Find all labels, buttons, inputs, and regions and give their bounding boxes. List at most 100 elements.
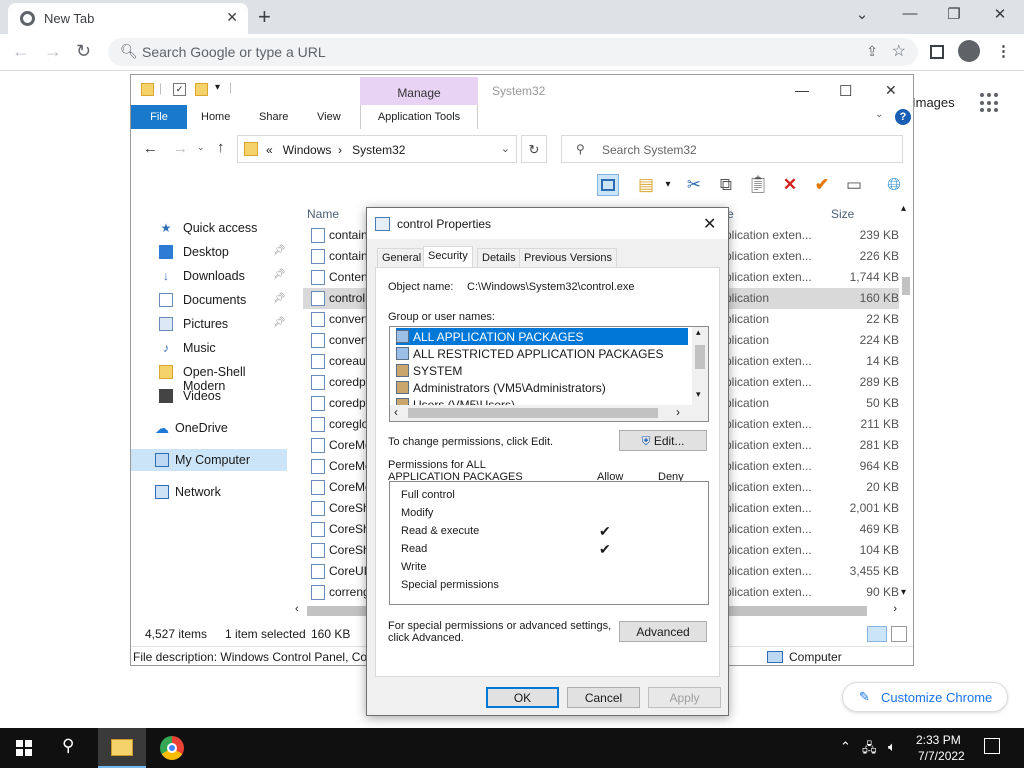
tab-share[interactable]: Share [259, 105, 288, 129]
help-icon[interactable]: ? [895, 109, 911, 125]
tab-file[interactable]: File [131, 105, 187, 129]
details-view-icon[interactable] [867, 626, 887, 642]
notification-center-icon[interactable] [984, 738, 1000, 754]
breadcrumb-windows[interactable]: Windows [283, 143, 332, 157]
tab-application-tools[interactable]: Application Tools [360, 105, 478, 129]
nav-item-onedrive[interactable]: ☁ OneDrive [131, 417, 287, 439]
explorer-maximize-icon[interactable]: ☐ [839, 82, 852, 100]
scroll-right-icon[interactable]: › [676, 405, 680, 419]
file-list-vertical-scrollbar[interactable]: ▴ ▾ [899, 203, 913, 603]
group-user-list[interactable]: ALL APPLICATION PACKAGES ALL RESTRICTED A… [389, 326, 709, 422]
user-row[interactable]: SYSTEM [396, 362, 688, 379]
ribbon-expand-chevron-icon[interactable]: ⌄ [875, 109, 883, 120]
network-tray-icon[interactable]: 🖧︎ [862, 739, 877, 761]
nav-item-documents[interactable]: Documents 📌︎ [131, 289, 287, 311]
scrollbar-thumb[interactable] [902, 277, 910, 295]
user-row[interactable]: Administrators (VM5\Administrators) [396, 379, 688, 396]
new-folder-icon[interactable]: ▤ [635, 174, 657, 196]
nav-item-music[interactable]: ♪ Music [131, 337, 287, 359]
properties-check-icon[interactable]: ✓ [173, 83, 186, 96]
nav-item-network[interactable]: Network [131, 481, 287, 503]
omnibox[interactable]: 🔍︎ Search Google or type a URL ⇪ ☆ [108, 38, 918, 66]
refresh-icon[interactable]: ↻ [521, 135, 547, 163]
user-row[interactable]: ALL RESTRICTED APPLICATION PACKAGES [396, 345, 688, 362]
scroll-up-icon[interactable]: ▴ [901, 203, 906, 214]
user-list-horizontal-scrollbar[interactable]: ‹ › [390, 405, 708, 421]
tab-search-chevron-icon[interactable]: ⌄ [852, 5, 872, 23]
tab-home[interactable]: Home [201, 105, 230, 129]
preview-pane-icon[interactable] [597, 174, 619, 196]
new-tab-plus-icon[interactable]: + [258, 4, 271, 30]
google-apps-icon[interactable] [980, 93, 1000, 113]
explorer-close-icon[interactable]: ✕ [885, 82, 897, 99]
pin-icon[interactable]: 📌︎ [273, 293, 286, 304]
share-icon[interactable]: ⇪ [866, 43, 878, 60]
clock-time[interactable]: 2:33 PM [916, 733, 961, 747]
nav-item-quick-access[interactable]: ★ Quick access [131, 217, 287, 239]
user-list-vertical-scrollbar[interactable]: ▴ ▾ [692, 327, 708, 405]
cut-icon[interactable]: ✂ [683, 174, 705, 196]
profile-avatar-icon[interactable] [958, 40, 980, 62]
pin-icon[interactable]: 📌︎ [273, 317, 286, 328]
back-arrow-icon[interactable]: ← [12, 41, 30, 62]
dialog-close-icon[interactable]: ✕ [703, 214, 716, 234]
advanced-button[interactable]: Advanced [619, 621, 707, 642]
taskbar-search-icon[interactable]: ⚲ [62, 736, 74, 756]
scroll-up-icon[interactable]: ▴ [696, 327, 701, 338]
large-icons-view-icon[interactable] [891, 626, 907, 642]
side-panel-icon[interactable] [930, 45, 944, 59]
back-icon[interactable]: ← [143, 140, 158, 157]
nav-item-downloads[interactable]: ↓ Downloads 📌︎ [131, 265, 287, 287]
scrollbar-thumb[interactable] [695, 345, 705, 369]
properties-check-icon[interactable]: ✔ [811, 174, 833, 196]
tab-previous-versions[interactable]: Previous Versions [519, 248, 618, 268]
copy-icon[interactable]: ⧉ [715, 174, 737, 196]
chrome-menu-icon[interactable]: ⋮ [996, 42, 1011, 60]
manage-context-tab[interactable]: Manage [360, 77, 478, 107]
user-row[interactable]: ALL APPLICATION PACKAGES [396, 328, 688, 345]
up-arrow-icon[interactable]: ↑ [217, 139, 225, 156]
edit-button[interactable]: ⛨ Edit... [619, 430, 707, 451]
tab-new-tab[interactable]: New Tab ✕ [8, 3, 248, 34]
breadcrumb-system32[interactable]: System32 [352, 143, 405, 157]
forward-icon[interactable]: → [173, 140, 188, 157]
delete-icon[interactable]: ✕ [779, 174, 801, 196]
windows-start-icon[interactable] [16, 740, 32, 756]
clock-date[interactable]: 7/7/2022 [918, 749, 965, 763]
close-window-icon[interactable]: ✕ [990, 5, 1010, 23]
pin-icon[interactable]: 📌︎ [273, 245, 286, 256]
volume-icon[interactable]: 🔈︎ [888, 739, 896, 755]
explorer-minimize-icon[interactable]: — [795, 82, 809, 98]
tab-close-icon[interactable]: ✕ [226, 9, 238, 26]
tab-general[interactable]: General [377, 248, 427, 268]
tab-details[interactable]: Details [477, 248, 521, 268]
scroll-down-icon[interactable]: ▾ [901, 587, 906, 598]
new-folder-dropdown-icon[interactable]: ▾ [657, 174, 679, 196]
rename-icon[interactable]: ▭ [843, 174, 865, 196]
images-link[interactable]: Images [912, 95, 955, 110]
nav-item-pictures[interactable]: Pictures 📌︎ [131, 313, 287, 335]
recent-locations-icon[interactable]: ⌄ [197, 142, 205, 153]
ok-button[interactable]: OK [486, 687, 559, 708]
nav-item-open-shell[interactable]: Open-Shell Modern [131, 361, 287, 393]
nav-item-my-computer[interactable]: My Computer [131, 449, 287, 471]
column-header-size[interactable]: Size [831, 207, 854, 221]
nav-item-videos[interactable]: Videos [131, 385, 287, 407]
reload-icon[interactable]: ↻ [76, 41, 91, 62]
scroll-down-icon[interactable]: ▾ [696, 389, 701, 400]
apply-button[interactable]: Apply [648, 687, 721, 708]
minimize-icon[interactable]: — [900, 5, 920, 22]
globe-icon[interactable]: 🌐︎ [883, 174, 905, 196]
column-header-name[interactable]: Name [307, 207, 339, 221]
show-hidden-icons-chevron-icon[interactable]: ⌃ [840, 739, 851, 755]
customize-chrome-button[interactable]: ✎ Customize Chrome [842, 682, 1008, 712]
new-folder-icon[interactable] [195, 83, 208, 96]
scroll-right-icon[interactable]: › [893, 603, 897, 615]
scroll-left-icon[interactable]: ‹ [394, 405, 398, 419]
forward-arrow-icon[interactable]: → [44, 41, 62, 62]
taskbar-file-explorer[interactable] [98, 728, 146, 768]
tab-view[interactable]: View [317, 105, 341, 129]
cancel-button[interactable]: Cancel [567, 687, 640, 708]
scrollbar-thumb[interactable] [408, 408, 658, 418]
restore-icon[interactable]: ❐ [944, 5, 964, 23]
